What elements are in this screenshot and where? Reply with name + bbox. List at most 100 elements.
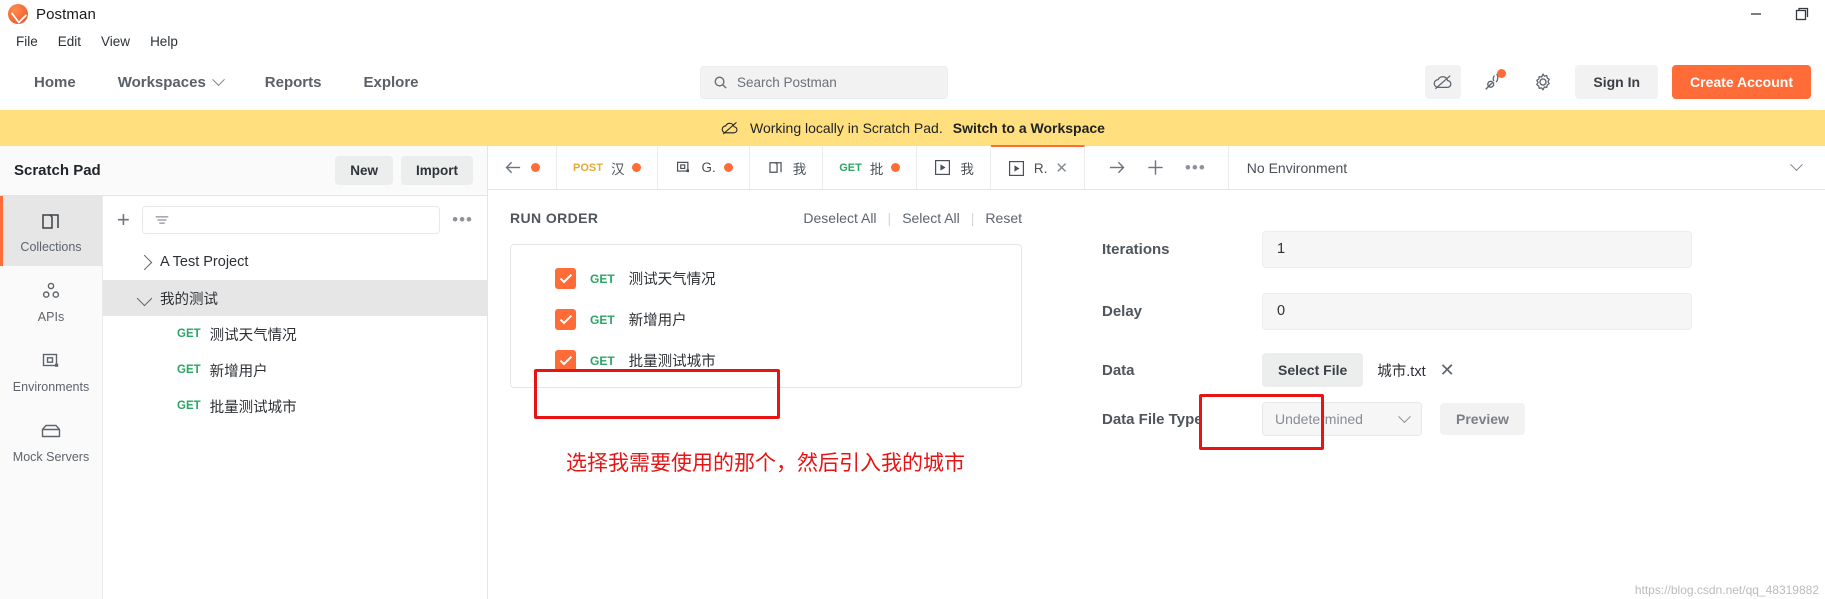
runner-settings-panel: Iterations 1 Delay 0 Data Select File 城市… <box>1044 190 1825 599</box>
window-controls <box>1733 0 1825 28</box>
tab-bar: POST 汉 G. 我 GET 批 我 R. ✕ ••• No Environm… <box>488 145 1825 190</box>
nav-home-label: Home <box>34 73 76 91</box>
run-order-item[interactable]: GET 测试天气情况 <box>511 258 1021 299</box>
mock-servers-icon <box>41 424 61 437</box>
data-label: Data <box>1102 361 1135 379</box>
chevron-down-icon <box>136 290 153 306</box>
environment-selector[interactable]: No Environment <box>1229 146 1825 189</box>
cloud-offline-icon[interactable] <box>1425 65 1462 99</box>
request-name: 测试天气情况 <box>628 272 716 288</box>
checkbox-checked[interactable] <box>555 309 576 330</box>
request-method: GET <box>590 271 615 286</box>
new-button[interactable]: New <box>335 156 393 185</box>
primary-nav: Home Workspaces Reports Explore <box>16 67 437 98</box>
tab-get-request[interactable]: GET 批 <box>823 146 918 189</box>
tab-label: 汉 <box>610 161 625 177</box>
chevron-down-icon <box>1398 409 1411 423</box>
tree-row-label: A Test Project <box>160 254 249 270</box>
search-icon <box>714 76 727 89</box>
tab-runner-1[interactable]: 我 <box>917 146 991 189</box>
import-button[interactable]: Import <box>401 156 473 185</box>
nav-workspaces[interactable]: Workspaces <box>100 67 241 98</box>
tab-method: GET <box>839 161 862 174</box>
tab-runner-active[interactable]: R. ✕ <box>990 145 1085 189</box>
sidebar-item-environments[interactable]: Environments <box>0 336 102 406</box>
tree-row[interactable]: 我的测试 <box>103 280 487 316</box>
tab-back[interactable] <box>488 146 557 189</box>
filter-input[interactable] <box>141 206 441 234</box>
checkbox-checked[interactable] <box>555 268 576 289</box>
close-icon[interactable]: ✕ <box>1440 360 1455 381</box>
minimize-icon[interactable] <box>1733 0 1779 28</box>
collection-toolbar: + ••• <box>103 196 487 244</box>
run-order-item[interactable]: GET 批量测试城市 <box>511 340 1021 381</box>
tab-bar-actions: ••• <box>1085 146 1229 189</box>
sidebar-main: Collections APIs Environments Mock Serve… <box>0 196 487 599</box>
select-all-button[interactable]: Select All <box>902 210 960 226</box>
nav-home[interactable]: Home <box>16 67 94 98</box>
checkbox-checked[interactable] <box>555 350 576 371</box>
unsaved-dot <box>891 163 901 172</box>
list-item[interactable]: GET 测试天气情况 <box>103 316 487 352</box>
menu-help[interactable]: Help <box>142 32 186 51</box>
request-method: GET <box>590 312 615 327</box>
gear-icon[interactable] <box>1525 65 1561 99</box>
nav-reports-label: Reports <box>264 73 322 91</box>
watermark: https://blog.csdn.net/qq_48319882 <box>1634 583 1819 597</box>
menu-view[interactable]: View <box>93 32 138 51</box>
chevron-right-icon <box>136 254 153 270</box>
delay-input[interactable]: 0 <box>1262 292 1692 330</box>
create-account-button[interactable]: Create Account <box>1672 65 1811 99</box>
title-bar: Postman <box>0 0 1825 28</box>
sidebar-item-apis[interactable]: APIs <box>0 266 102 336</box>
run-order-item[interactable]: GET 新增用户 <box>511 299 1021 340</box>
data-row: Data Select File 城市.txt ✕ <box>1102 342 1825 398</box>
maximize-icon[interactable] <box>1779 0 1825 28</box>
nav-reports[interactable]: Reports <box>247 67 340 98</box>
satellite-notifications-icon[interactable] <box>1475 65 1511 99</box>
tab-environment[interactable]: G. <box>658 146 750 189</box>
close-icon[interactable]: ✕ <box>1055 159 1068 177</box>
request-method: GET <box>177 364 201 376</box>
sidebar-rail: Collections APIs Environments Mock Serve… <box>0 196 103 599</box>
more-options-icon[interactable]: ••• <box>452 210 473 230</box>
divider: | <box>970 210 975 226</box>
switch-workspace-link[interactable]: Switch to a Workspace <box>953 120 1105 136</box>
run-order-title: RUN ORDER <box>510 210 599 226</box>
plus-icon[interactable] <box>1146 158 1165 177</box>
tab-label: 我 <box>792 161 807 177</box>
tab-document[interactable]: 我 <box>750 146 824 189</box>
nav-explore[interactable]: Explore <box>345 67 436 98</box>
tab-method: POST <box>573 161 603 174</box>
environment-icon <box>677 161 690 173</box>
plus-icon[interactable]: + <box>117 209 130 231</box>
search-input[interactable]: Search Postman <box>700 66 948 99</box>
main-area: POST 汉 G. 我 GET 批 我 R. ✕ ••• No Environm… <box>488 145 1825 599</box>
collections-icon <box>42 213 59 229</box>
tree-row[interactable]: A Test Project <box>103 244 487 280</box>
sidebar-item-mock-servers[interactable]: Mock Servers <box>0 406 102 476</box>
forward-arrow-icon[interactable] <box>1107 159 1126 176</box>
list-item[interactable]: GET 批量测试城市 <box>103 388 487 424</box>
reset-button[interactable]: Reset <box>985 210 1022 226</box>
more-options-icon[interactable]: ••• <box>1185 158 1206 178</box>
filter-icon <box>155 216 169 224</box>
list-item[interactable]: GET 新增用户 <box>103 352 487 388</box>
environment-selected: No Environment <box>1246 159 1348 176</box>
iterations-label: Iterations <box>1102 240 1170 258</box>
deselect-all-button[interactable]: Deselect All <box>803 210 876 226</box>
data-file-type-select[interactable]: Undetermined <box>1262 402 1422 436</box>
tab-post-request[interactable]: POST 汉 <box>557 146 659 189</box>
sidebar-item-collections[interactable]: Collections <box>0 196 102 266</box>
runner-icon <box>1008 160 1024 176</box>
preview-button[interactable]: Preview <box>1440 403 1525 435</box>
menu-file[interactable]: File <box>8 32 46 51</box>
select-file-button[interactable]: Select File <box>1262 353 1364 387</box>
annotation-text: 选择我需要使用的那个，然后引入我的城市 <box>566 452 965 475</box>
menu-edit[interactable]: Edit <box>50 32 89 51</box>
request-name: 新增用户 <box>209 363 268 380</box>
scratch-pad-title: Scratch Pad <box>14 162 101 179</box>
sign-in-button[interactable]: Sign In <box>1575 65 1659 99</box>
iterations-input[interactable]: 1 <box>1262 230 1692 268</box>
request-method: GET <box>177 400 201 412</box>
